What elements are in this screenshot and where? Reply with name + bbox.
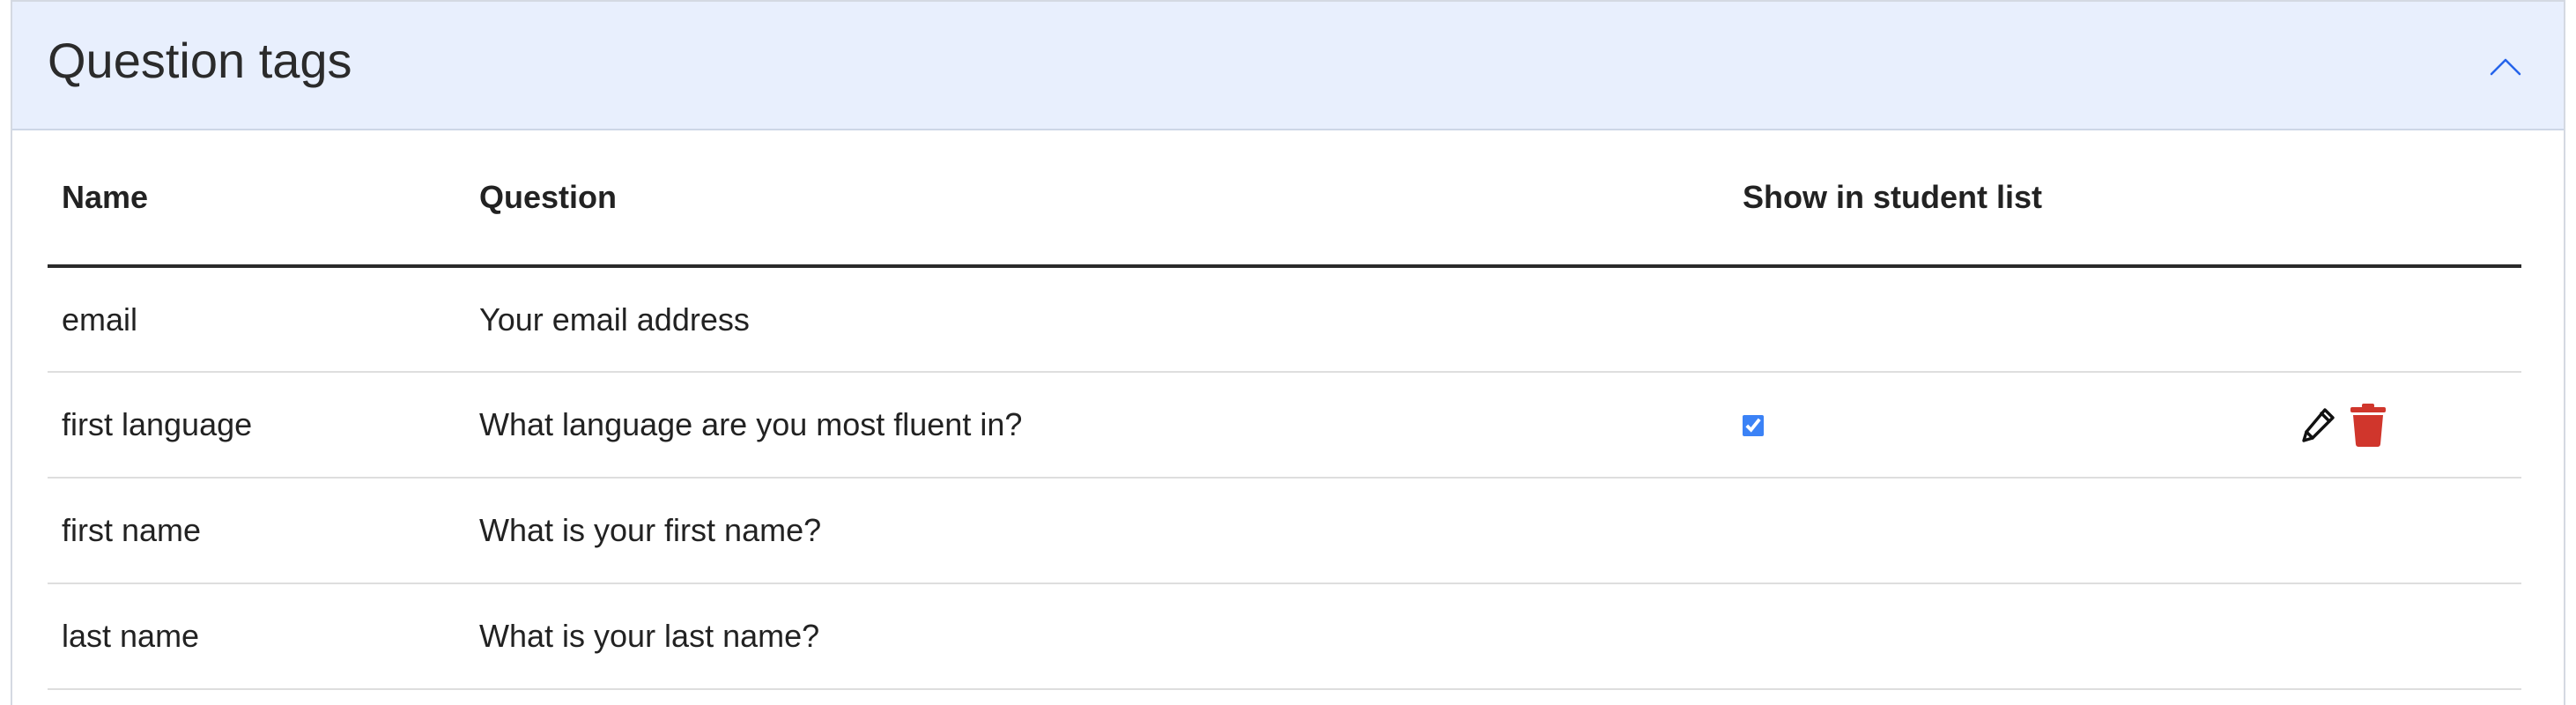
tag-name: last name bbox=[62, 618, 200, 654]
tag-name: first name bbox=[62, 512, 202, 548]
actions-cell bbox=[2301, 478, 2521, 583]
actions-cell bbox=[2301, 583, 2521, 689]
column-header-actions bbox=[2301, 130, 2521, 268]
column-header-question: Question bbox=[465, 130, 1728, 268]
pencil-icon bbox=[2302, 408, 2335, 442]
delete-tag-button[interactable] bbox=[2347, 400, 2389, 449]
question-tags-table: Name Question Show in student list email… bbox=[48, 130, 2521, 690]
column-header-show-in-student-list: Show in student list bbox=[1728, 130, 2301, 268]
edit-tag-button[interactable] bbox=[2298, 400, 2340, 449]
show-in-list-cell bbox=[1728, 583, 2301, 689]
chevron-up-icon bbox=[2490, 58, 2521, 76]
table-row: first language What language are you mos… bbox=[48, 372, 2521, 478]
question-tags-panel: Question tags Name Question Show in stud… bbox=[11, 0, 2565, 705]
collapse-toggle-button[interactable] bbox=[2479, 41, 2532, 93]
show-in-list-cell bbox=[1728, 266, 2301, 372]
trash-icon bbox=[2350, 404, 2386, 447]
column-header-name: Name bbox=[48, 130, 465, 268]
tag-name: email bbox=[62, 301, 138, 338]
table-row: first name What is your first name? bbox=[48, 478, 2521, 583]
tag-name: first language bbox=[62, 406, 253, 442]
tag-question: What is your last name? bbox=[479, 618, 820, 654]
table-row: email Your email address bbox=[48, 266, 2521, 372]
table-header-row: Name Question Show in student list bbox=[48, 130, 2521, 268]
actions-cell bbox=[2301, 266, 2521, 372]
actions-cell bbox=[2301, 372, 2521, 478]
panel-title: Question tags bbox=[48, 33, 352, 88]
tag-question: What language are you most fluent in? bbox=[479, 406, 1023, 442]
panel-header[interactable]: Question tags bbox=[12, 2, 2564, 130]
show-in-list-cell bbox=[1728, 372, 2301, 478]
row-actions bbox=[2298, 400, 2521, 449]
tag-question: Your email address bbox=[479, 301, 750, 338]
show-in-list-cell bbox=[1728, 478, 2301, 583]
show-in-student-list-checkbox[interactable] bbox=[1743, 414, 1764, 436]
table-row: last name What is your last name? bbox=[48, 583, 2521, 689]
tag-question: What is your first name? bbox=[479, 512, 822, 548]
